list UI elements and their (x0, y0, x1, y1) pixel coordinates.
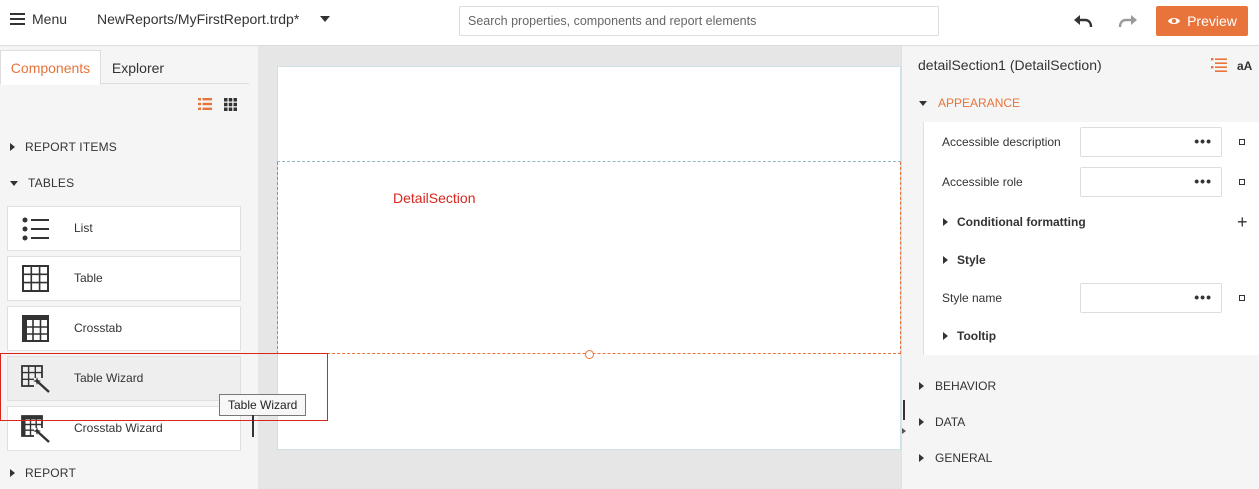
list-view-icon[interactable] (198, 98, 212, 110)
expand-arrow-icon (919, 382, 924, 390)
category-label: DATA (935, 415, 966, 429)
group-report[interactable]: REPORT (0, 463, 76, 483)
preview-button[interactable]: Preview (1156, 6, 1248, 36)
panel-tabs: Components Explorer (0, 50, 249, 85)
expand-arrow-icon (943, 256, 948, 264)
splitter-arrow-icon[interactable] (902, 428, 906, 434)
top-toolbar: Menu NewReports/MyFirstReport.trdp* Prev… (0, 0, 1259, 46)
component-crosstab[interactable]: Crosstab (7, 306, 241, 351)
prop-label-style: Style (957, 253, 986, 267)
group-label: REPORT (25, 466, 76, 480)
expand-arrow-icon (943, 218, 948, 226)
style-name-field[interactable]: ••• (1080, 283, 1222, 313)
undo-icon[interactable] (1072, 11, 1094, 31)
collapse-arrow-icon (10, 180, 18, 186)
group-label: REPORT ITEMS (25, 140, 117, 154)
search-input[interactable] (459, 6, 939, 36)
prop-label-style-name: Style name (942, 291, 1003, 305)
component-label: List (74, 221, 93, 235)
category-general[interactable]: GENERAL (919, 448, 992, 468)
expand-arrow-icon (10, 469, 15, 477)
more-options-icon[interactable]: ••• (1194, 134, 1212, 148)
collapse-arrow-icon (919, 100, 927, 106)
reset-value-icon[interactable] (1239, 179, 1245, 185)
accessible-description-field[interactable]: ••• (1080, 127, 1222, 157)
grid-view-icon[interactable] (224, 98, 237, 111)
component-list[interactable]: List (7, 206, 241, 251)
expand-arrow-icon (943, 332, 948, 340)
categorized-view-icon[interactable] (1211, 58, 1227, 73)
expand-arrow-icon (919, 418, 924, 426)
component-table-wizard[interactable]: Table Wizard (7, 356, 241, 401)
category-label: APPEARANCE (938, 96, 1021, 110)
report-menu-caret-icon[interactable] (320, 16, 330, 22)
component-crosstab-wizard[interactable]: Crosstab Wizard (7, 406, 241, 451)
list-icon (22, 217, 49, 241)
tab-explorer[interactable]: Explorer (101, 50, 175, 85)
component-label: Table Wizard (74, 371, 144, 385)
expand-arrow-icon (919, 454, 924, 462)
section-resize-handle[interactable] (585, 350, 594, 359)
redo-icon[interactable] (1117, 11, 1139, 31)
properties-title: detailSection1 (DetailSection) (918, 57, 1102, 73)
component-label: Crosstab Wizard (74, 421, 163, 435)
menu-button[interactable]: Menu (10, 11, 67, 27)
detail-section[interactable] (277, 162, 901, 354)
detail-section-label: DetailSection (393, 190, 476, 206)
component-table[interactable]: Table (7, 256, 241, 301)
prop-label-accessible-description: Accessible description (942, 135, 1061, 149)
conditional-formatting-row[interactable]: Conditional formatting (943, 215, 1086, 229)
category-label: GENERAL (935, 451, 993, 465)
group-report-items[interactable]: REPORT ITEMS (0, 137, 117, 157)
group-label: TABLES (28, 176, 75, 190)
add-icon[interactable]: + (1237, 213, 1248, 231)
report-name: NewReports/MyFirstReport.trdp* (97, 11, 300, 27)
style-row[interactable]: Style (943, 253, 986, 267)
category-label: BEHAVIOR (935, 379, 997, 393)
prop-label-conditional-formatting: Conditional formatting (957, 215, 1086, 229)
group-tables[interactable]: TABLES (0, 173, 74, 193)
table-icon (22, 265, 49, 292)
crosstab-wizard-icon (21, 415, 50, 443)
eye-icon (1168, 18, 1181, 24)
preview-label: Preview (1187, 13, 1237, 29)
reset-value-icon[interactable] (1239, 139, 1245, 145)
panel-splitter[interactable] (903, 400, 905, 420)
category-behavior[interactable]: BEHAVIOR (919, 376, 996, 396)
category-data[interactable]: DATA (919, 412, 965, 432)
accessible-role-field[interactable]: ••• (1080, 167, 1222, 197)
crosstab-icon (22, 315, 49, 342)
tooltip-row[interactable]: Tooltip (943, 329, 996, 343)
reset-value-icon[interactable] (1239, 295, 1245, 301)
prop-label-tooltip: Tooltip (957, 329, 997, 343)
component-label: Table (74, 271, 103, 285)
more-options-icon[interactable]: ••• (1194, 174, 1212, 188)
text-cursor (252, 415, 254, 437)
table-wizard-icon (21, 365, 50, 393)
prop-label-accessible-role: Accessible role (942, 175, 1023, 189)
alphabetical-view-icon[interactable]: aA (1237, 59, 1252, 73)
expand-arrow-icon (10, 143, 15, 151)
more-options-icon[interactable]: ••• (1194, 290, 1212, 304)
tab-components[interactable]: Components (0, 50, 101, 85)
tooltip: Table Wizard (219, 394, 307, 416)
hamburger-icon (10, 13, 25, 25)
menu-label: Menu (32, 11, 68, 27)
component-label: Crosstab (74, 321, 123, 335)
category-appearance[interactable]: APPEARANCE (919, 93, 1020, 113)
